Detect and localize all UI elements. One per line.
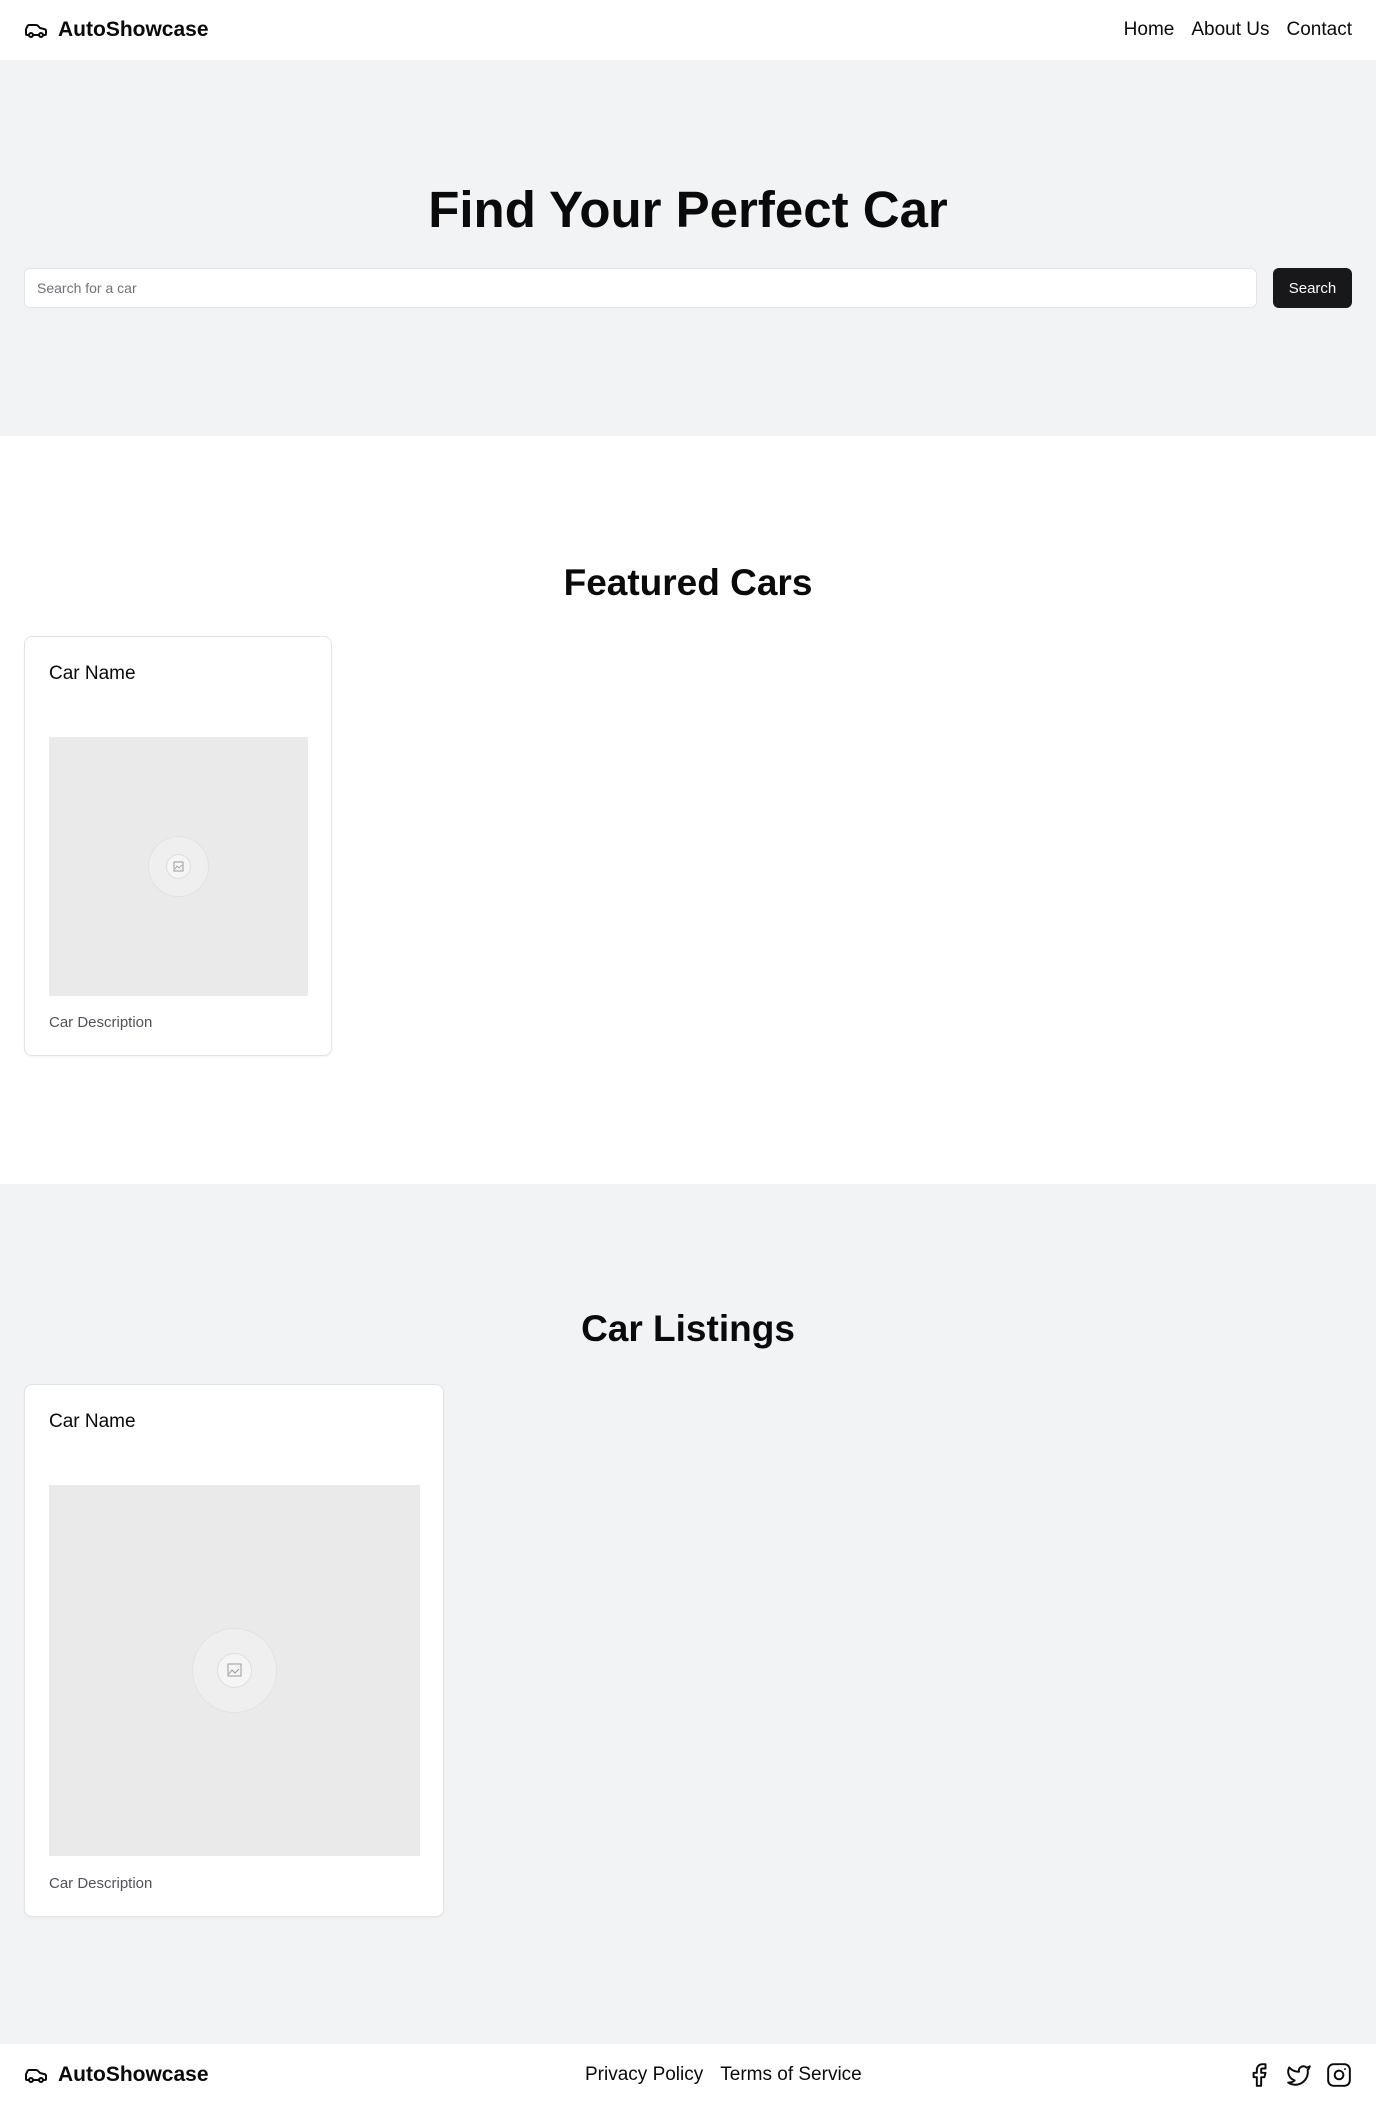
hero-title: Find Your Perfect Car <box>428 181 948 238</box>
brand[interactable]: AutoShowcase <box>24 18 209 42</box>
featured-cars-section: Featured Cars Car Name Car Description <box>0 436 1376 1184</box>
nav-about-link[interactable]: About Us <box>1191 19 1269 41</box>
car-name: Car Name <box>49 1411 136 1432</box>
car-name: Car Name <box>49 663 136 684</box>
car-image-placeholder <box>49 1485 420 1856</box>
car-card[interactable]: Car Name Car Description <box>24 1384 444 1917</box>
image-placeholder-icon <box>192 1628 277 1713</box>
nav-contact-link[interactable]: Contact <box>1287 19 1352 41</box>
privacy-policy-link[interactable]: Privacy Policy <box>585 2064 703 2086</box>
main-nav: Home About Us Contact <box>1124 19 1352 41</box>
car-icon <box>24 2063 48 2087</box>
car-listings-section: Car Listings Car Name Car Description <box>0 1184 1376 2044</box>
hero-section: Find Your Perfect Car Search <box>0 60 1376 436</box>
featured-cars-title: Featured Cars <box>563 562 813 603</box>
nav-home-link[interactable]: Home <box>1124 19 1175 41</box>
image-placeholder-icon <box>148 836 209 897</box>
site-footer: AutoShowcase Privacy Policy Terms of Ser… <box>0 2044 1376 2105</box>
site-header: AutoShowcase Home About Us Contact <box>0 0 1376 60</box>
search-input[interactable] <box>24 268 1257 308</box>
brand-name: AutoShowcase <box>58 18 209 41</box>
car-image-placeholder <box>49 737 308 996</box>
car-description: Car Description <box>49 1014 153 1031</box>
car-card[interactable]: Car Name Car Description <box>24 636 332 1056</box>
car-icon <box>24 18 48 42</box>
facebook-icon[interactable] <box>1246 2062 1272 2088</box>
car-description: Car Description <box>49 1875 153 1892</box>
footer-brand-name: AutoShowcase <box>58 2062 209 2086</box>
social-links <box>1246 2062 1352 2088</box>
footer-links: Privacy Policy Terms of Service <box>585 2064 862 2086</box>
footer-brand[interactable]: AutoShowcase <box>24 2063 209 2087</box>
search-button[interactable]: Search <box>1273 268 1352 308</box>
twitter-icon[interactable] <box>1286 2062 1312 2088</box>
car-listings-title: Car Listings <box>581 1308 795 1349</box>
instagram-icon[interactable] <box>1326 2062 1352 2088</box>
terms-of-service-link[interactable]: Terms of Service <box>720 2064 861 2086</box>
